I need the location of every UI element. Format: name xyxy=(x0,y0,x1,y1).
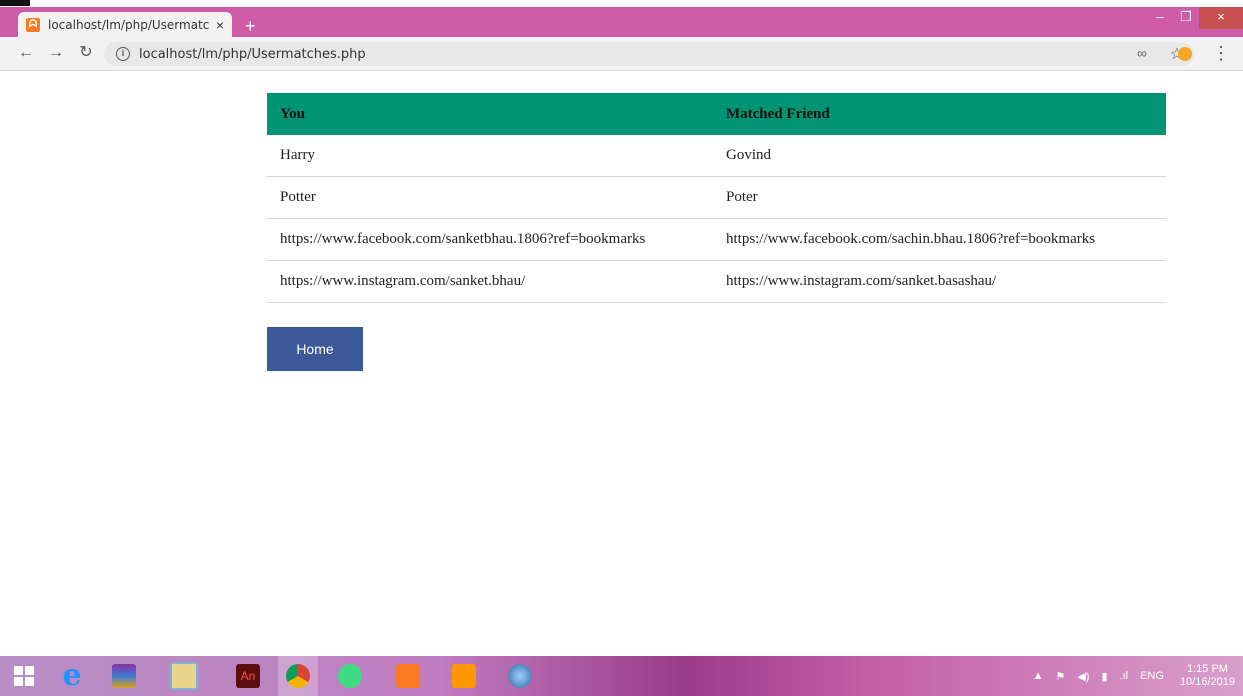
table-row: https://www.facebook.com/sanketbhau.1806… xyxy=(267,218,1166,261)
restore-button[interactable]: ❐ xyxy=(1173,7,1199,29)
xampp-icon[interactable] xyxy=(388,656,428,696)
android-studio-icon[interactable] xyxy=(330,656,370,696)
volume-icon[interactable]: ◀) xyxy=(1077,670,1089,683)
back-arrow-icon[interactable]: ← xyxy=(16,43,36,63)
url-text: localhost/lm/php/Usermatches.php xyxy=(139,46,366,62)
winrar-icon[interactable] xyxy=(104,656,144,696)
clock-date: 10/16/2019 xyxy=(1179,676,1235,688)
windows-start-icon[interactable] xyxy=(4,656,44,696)
battery-icon[interactable]: ▮ xyxy=(1101,670,1107,683)
info-icon[interactable]: i xyxy=(116,47,130,61)
table-cell: https://www.facebook.com/sanketbhau.1806… xyxy=(267,218,713,261)
language-indicator[interactable]: ENG xyxy=(1140,670,1164,682)
table-cell: Potter xyxy=(267,176,713,219)
browser-tab-bar: ᗣ localhost/lm/php/Usermatches.p × + – ❐… xyxy=(0,7,1243,37)
reload-icon[interactable]: ↻ xyxy=(76,43,96,63)
browser-menu-icon[interactable]: ⋮ xyxy=(1212,43,1230,64)
table-cell: Govind xyxy=(713,135,1166,177)
column-header-you: You xyxy=(267,93,713,135)
taskbar: e An ▲ ⚑ ◀) ▮ .ıl ENG 1:15 PM 10/16/2019 xyxy=(0,656,1243,696)
xampp-favicon-icon: ᗣ xyxy=(26,17,40,32)
table-cell: https://www.instagram.com/sanket.basasha… xyxy=(713,260,1166,303)
table-header-row: You Matched Friend xyxy=(267,93,1166,135)
minimize-button[interactable]: – xyxy=(1147,7,1173,29)
browser-tab[interactable]: ᗣ localhost/lm/php/Usermatches.p × xyxy=(18,12,232,37)
matches-table: You Matched Friend Harry Govind Potter P… xyxy=(267,93,1166,303)
black-artifact xyxy=(0,0,30,6)
sublime-text-icon[interactable] xyxy=(444,656,484,696)
column-header-matched-friend: Matched Friend xyxy=(713,93,1166,135)
paint-icon[interactable] xyxy=(500,656,540,696)
table-cell: https://www.facebook.com/sachin.bhau.180… xyxy=(713,218,1166,261)
table-row: Harry Govind xyxy=(267,135,1166,177)
forward-arrow-icon[interactable]: → xyxy=(46,43,66,63)
extension-orange-icon[interactable] xyxy=(1178,47,1192,61)
table-row: Potter Poter xyxy=(267,176,1166,219)
table-cell: Harry xyxy=(267,135,713,177)
network-flag-icon[interactable]: ⚑ xyxy=(1055,670,1065,683)
signal-icon[interactable]: .ıl xyxy=(1120,670,1129,682)
table-cell: Poter xyxy=(713,176,1166,219)
internet-explorer-icon[interactable]: e xyxy=(52,656,92,696)
extension-infinity-icon[interactable]: ∞ xyxy=(1137,45,1147,61)
top-strip xyxy=(0,0,1243,7)
clock[interactable]: 1:15 PM 10/16/2019 xyxy=(1180,663,1235,689)
browser-toolbar: ← → ↻ i localhost/lm/php/Usermatches.php… xyxy=(0,37,1243,71)
table-cell: https://www.instagram.com/sanket.bhau/ xyxy=(267,260,713,303)
new-tab-button[interactable]: + xyxy=(245,17,256,35)
chrome-icon[interactable] xyxy=(278,656,318,696)
system-tray: ▲ ⚑ ◀) ▮ .ıl ENG 1:15 PM 10/16/2019 xyxy=(1027,656,1235,696)
close-window-button[interactable]: × xyxy=(1199,7,1243,29)
animate-icon[interactable]: An xyxy=(228,656,268,696)
window-controls: – ❐ × xyxy=(1147,7,1243,29)
tab-title: localhost/lm/php/Usermatches.p xyxy=(48,17,210,32)
file-explorer-icon[interactable] xyxy=(164,656,204,696)
tray-expand-icon[interactable]: ▲ xyxy=(1033,670,1044,682)
tab-close-icon[interactable]: × xyxy=(216,17,224,33)
home-button[interactable]: Home xyxy=(267,327,363,371)
table-row: https://www.instagram.com/sanket.bhau/ h… xyxy=(267,260,1166,303)
clock-time: 1:15 PM xyxy=(1186,663,1228,675)
address-bar[interactable]: i localhost/lm/php/Usermatches.php ☆ xyxy=(104,42,1194,66)
